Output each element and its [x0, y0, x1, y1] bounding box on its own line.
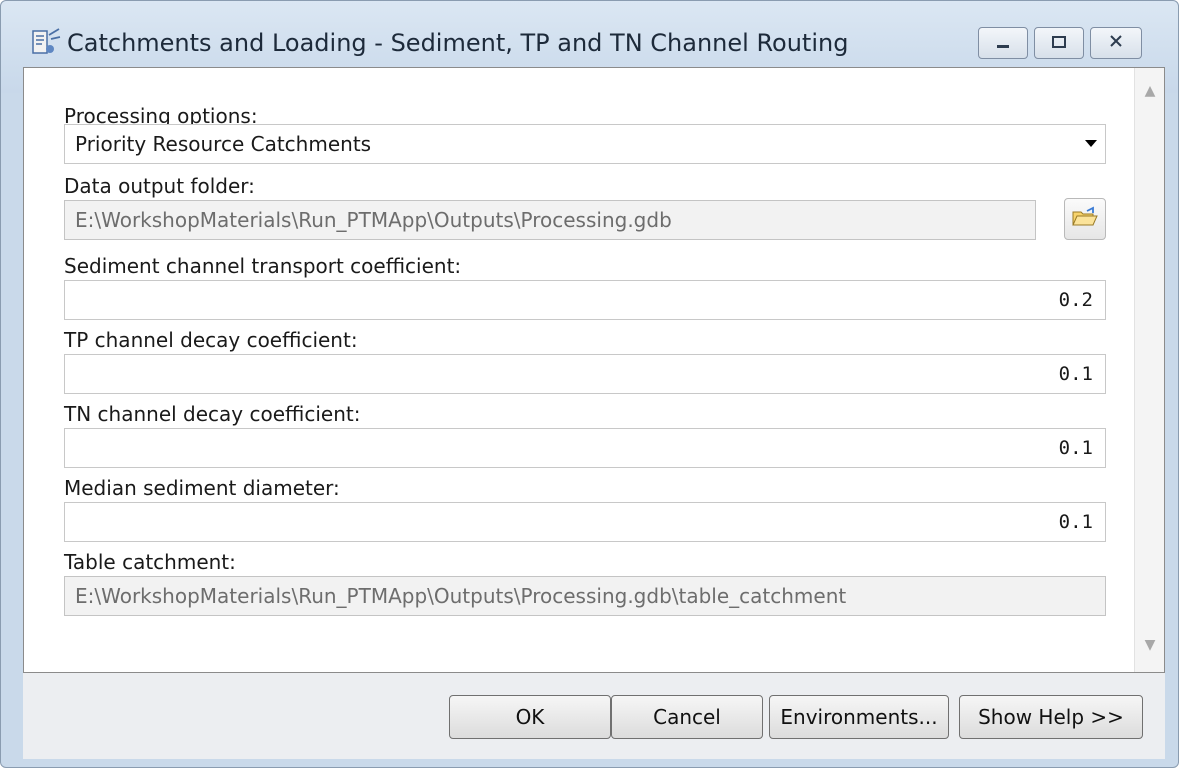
tool-icon [29, 25, 63, 59]
data-output-folder-label: Data output folder: [64, 174, 255, 198]
sediment-coefficient-input[interactable]: 0.2 [64, 280, 1106, 320]
close-button[interactable] [1090, 27, 1142, 59]
close-icon [1108, 33, 1124, 53]
ok-button[interactable]: OK [449, 695, 611, 739]
dialog-window: Catchments and Loading - Sediment, TP an… [0, 0, 1179, 768]
sediment-coefficient-value: 0.2 [1058, 289, 1093, 311]
cancel-button[interactable]: Cancel [611, 695, 763, 739]
processing-options-value: Priority Resource Catchments [75, 132, 372, 156]
tn-decay-input[interactable]: 0.1 [64, 428, 1106, 468]
tn-decay-value: 0.1 [1058, 437, 1093, 459]
browse-folder-button[interactable] [1064, 198, 1106, 240]
parameters-panel: ▲ ▼ Processing options: Priority Resourc… [23, 67, 1165, 673]
data-output-folder-value: E:\WorkshopMaterials\Run_PTMApp\Outputs\… [75, 208, 672, 232]
environments-button[interactable]: Environments... [769, 695, 949, 739]
maximize-button[interactable] [1034, 27, 1084, 59]
processing-options-select[interactable]: Priority Resource Catchments [64, 124, 1106, 164]
median-diameter-label: Median sediment diameter: [64, 476, 340, 500]
show-help-button[interactable]: Show Help >> [959, 695, 1143, 739]
minimize-icon [995, 34, 1011, 53]
sediment-coefficient-label: Sediment channel transport coefficient: [64, 254, 462, 278]
chevron-down-icon[interactable] [1085, 140, 1097, 147]
window-title: Catchments and Loading - Sediment, TP an… [67, 29, 849, 57]
tn-decay-label: TN channel decay coefficient: [64, 402, 361, 426]
table-catchment-label: Table catchment: [64, 550, 236, 574]
minimize-button[interactable] [978, 27, 1028, 59]
tp-decay-input[interactable]: 0.1 [64, 354, 1106, 394]
tp-decay-label: TP channel decay coefficient: [64, 328, 358, 352]
maximize-icon [1051, 34, 1067, 53]
tp-decay-value: 0.1 [1058, 363, 1093, 385]
median-diameter-input[interactable]: 0.1 [64, 502, 1106, 542]
scroll-up-icon[interactable]: ▲ [1135, 78, 1165, 104]
median-diameter-value: 0.1 [1058, 511, 1093, 533]
folder-icon [1071, 205, 1099, 233]
vertical-scrollbar[interactable]: ▲ ▼ [1134, 68, 1164, 672]
table-catchment-input[interactable]: E:\WorkshopMaterials\Run_PTMApp\Outputs\… [64, 576, 1106, 616]
table-catchment-value: E:\WorkshopMaterials\Run_PTMApp\Outputs\… [75, 584, 847, 608]
scroll-down-icon[interactable]: ▼ [1135, 632, 1165, 658]
data-output-folder-input[interactable]: E:\WorkshopMaterials\Run_PTMApp\Outputs\… [64, 200, 1036, 240]
